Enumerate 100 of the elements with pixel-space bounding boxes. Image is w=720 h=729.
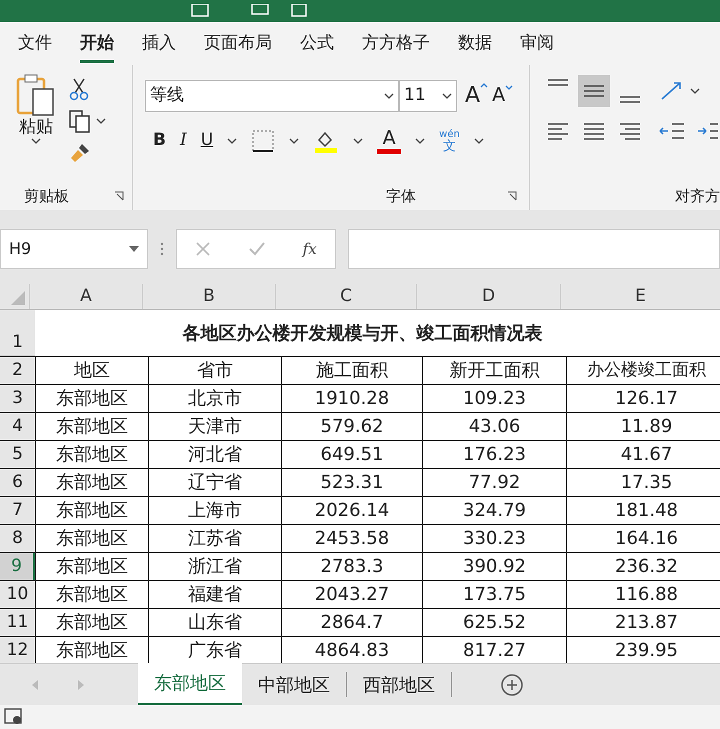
table-cell: 2453.58 bbox=[281, 525, 422, 552]
chevron-down-icon[interactable] bbox=[474, 138, 484, 144]
row-header[interactable]: 7 bbox=[0, 497, 35, 524]
insert-function-button[interactable]: fx bbox=[302, 238, 317, 260]
ribbon-tab[interactable]: 方方格子 bbox=[348, 22, 444, 65]
name-box[interactable]: H9 bbox=[0, 229, 148, 269]
ribbon-tab[interactable]: 数据 bbox=[444, 22, 506, 65]
italic-button[interactable]: I bbox=[180, 128, 187, 154]
underline-button[interactable]: U bbox=[200, 128, 214, 154]
column-header[interactable]: B bbox=[142, 284, 275, 309]
table-cell: 390.92 bbox=[422, 553, 566, 580]
align-lines-icon bbox=[547, 79, 569, 86]
sheet-tab[interactable]: 东部地区 bbox=[138, 663, 242, 705]
table-cell: 173.75 bbox=[422, 581, 566, 608]
column-header[interactable]: E bbox=[560, 284, 720, 309]
table-cell: 164.16 bbox=[566, 525, 720, 552]
chevron-down-icon[interactable] bbox=[442, 92, 452, 98]
shrink-font-button[interactable]: A bbox=[492, 81, 514, 110]
column-heading-cell: 新开工面积 bbox=[422, 357, 566, 384]
table-cell: 上海市 bbox=[148, 497, 281, 524]
table-cell: 2783.3 bbox=[281, 553, 422, 580]
row-header[interactable]: 3 bbox=[0, 385, 35, 412]
table-cell: 2026.14 bbox=[281, 497, 422, 524]
row-header[interactable]: 5 bbox=[0, 441, 35, 468]
column-header[interactable]: C bbox=[275, 284, 416, 309]
table-cell: 东部地区 bbox=[35, 553, 148, 580]
sheet-tab[interactable]: 中部地区 bbox=[242, 672, 347, 697]
caret-down-icon bbox=[505, 85, 514, 90]
table-cell: 41.67 bbox=[566, 441, 720, 468]
dialog-launcher-icon[interactable] bbox=[114, 191, 124, 201]
chevron-down-icon[interactable] bbox=[31, 138, 41, 144]
table-cell: 东部地区 bbox=[35, 385, 148, 412]
row-header[interactable]: 10 bbox=[0, 581, 35, 608]
row-header[interactable]: 12 bbox=[0, 637, 35, 663]
align-lines-icon bbox=[619, 96, 641, 103]
copy-icon[interactable] bbox=[68, 109, 92, 133]
row-header[interactable]: 6 bbox=[0, 469, 35, 496]
chevron-down-icon[interactable] bbox=[289, 138, 300, 144]
font-color-button[interactable]: A bbox=[377, 128, 402, 154]
align-lines-icon bbox=[619, 122, 641, 140]
sheet-tab[interactable]: 西部地区 bbox=[347, 672, 452, 697]
table-cell: 东部地区 bbox=[35, 469, 148, 496]
column-header[interactable]: D bbox=[416, 284, 560, 309]
indent-icon[interactable] bbox=[658, 121, 718, 141]
column-heading-cell: 施工面积 bbox=[281, 357, 422, 384]
chevron-down-icon[interactable] bbox=[415, 138, 426, 144]
macro-record-icon[interactable] bbox=[4, 708, 24, 726]
font-name-field[interactable]: 等线 bbox=[145, 80, 399, 112]
table-cell: 116.88 bbox=[566, 581, 720, 608]
more-icon bbox=[160, 241, 164, 257]
chevron-down-icon[interactable] bbox=[384, 92, 394, 98]
chevron-down-icon[interactable] bbox=[353, 138, 364, 144]
phonetic-button[interactable]: wén 文 bbox=[439, 130, 460, 152]
chevron-down-icon[interactable] bbox=[96, 118, 106, 124]
row-header[interactable]: 11 bbox=[0, 609, 35, 636]
table-cell: 河北省 bbox=[148, 441, 281, 468]
font-size-field[interactable]: 11 bbox=[399, 80, 457, 112]
table-cell: 1910.28 bbox=[281, 385, 422, 412]
format-painter-icon[interactable] bbox=[68, 141, 92, 165]
ribbon-tab[interactable]: 审阅 bbox=[506, 22, 568, 65]
table-cell: 181.48 bbox=[566, 497, 720, 524]
check-icon[interactable] bbox=[248, 241, 266, 257]
table-cell: 东部地区 bbox=[35, 609, 148, 636]
ribbon-tab[interactable]: 插入 bbox=[128, 22, 190, 65]
add-sheet-icon[interactable] bbox=[500, 672, 524, 696]
table-cell: 江苏省 bbox=[148, 525, 281, 552]
borders-icon[interactable] bbox=[251, 129, 276, 153]
grow-font-button[interactable]: A bbox=[465, 79, 488, 112]
row-header[interactable]: 8 bbox=[0, 525, 35, 552]
row-header[interactable]: 1 bbox=[0, 310, 35, 356]
align-lines-icon bbox=[583, 85, 605, 97]
row-header[interactable]: 4 bbox=[0, 413, 35, 440]
scissors-icon[interactable] bbox=[68, 77, 90, 101]
bold-button[interactable]: B bbox=[153, 128, 166, 154]
align-button[interactable] bbox=[578, 75, 610, 107]
ribbon-tab[interactable]: 文件 bbox=[4, 22, 66, 65]
table-cell: 东部地区 bbox=[35, 413, 148, 440]
table-cell: 东部地区 bbox=[35, 497, 148, 524]
row-header[interactable]: 9 bbox=[0, 553, 35, 580]
table-cell: 77.92 bbox=[422, 469, 566, 496]
table-cell: 浙江省 bbox=[148, 553, 281, 580]
table-cell: 北京市 bbox=[148, 385, 281, 412]
table-cell: 213.87 bbox=[566, 609, 720, 636]
group-label: 字体 bbox=[386, 186, 416, 207]
column-heading-cell: 办公楼竣工面积 bbox=[566, 357, 720, 384]
column-header[interactable]: A bbox=[29, 284, 142, 309]
dropdown-arrow-icon[interactable] bbox=[129, 246, 139, 252]
ribbon-tab[interactable]: 页面布局 bbox=[190, 22, 286, 65]
ribbon-tab[interactable]: 公式 bbox=[286, 22, 348, 65]
formula-input[interactable] bbox=[348, 229, 720, 269]
paste-button[interactable]: 粘贴 bbox=[12, 73, 60, 182]
tab-underline bbox=[80, 60, 114, 63]
table-cell: 东部地区 bbox=[35, 525, 148, 552]
chevron-down-icon[interactable] bbox=[690, 88, 700, 94]
ribbon-tab[interactable]: 开始 bbox=[66, 22, 128, 65]
dialog-launcher-icon[interactable] bbox=[507, 191, 517, 201]
chevron-down-icon[interactable] bbox=[227, 138, 238, 144]
table-cell: 福建省 bbox=[148, 581, 281, 608]
row-header[interactable]: 2 bbox=[0, 357, 35, 384]
group-label: 剪贴板 bbox=[24, 186, 69, 207]
